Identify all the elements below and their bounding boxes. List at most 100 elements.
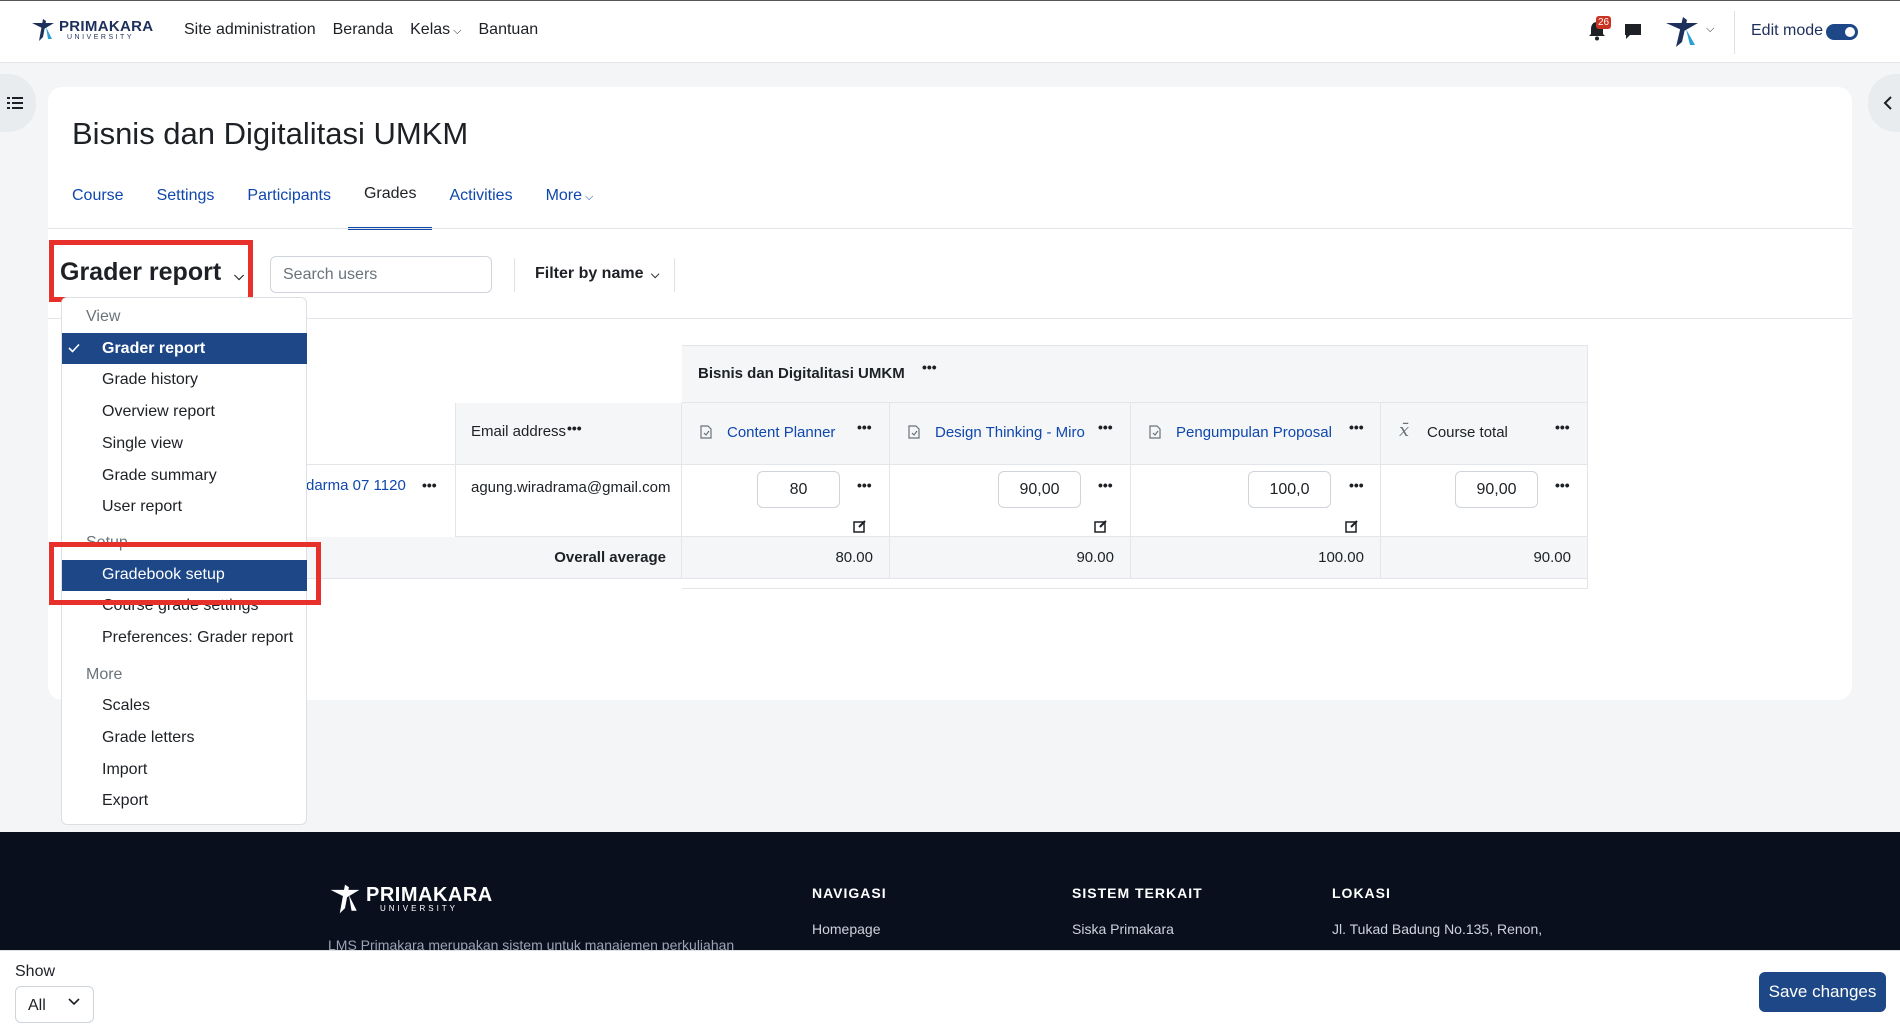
email-actions-icon[interactable]: ••• [567,420,582,436]
overall-average-label-cell: Overall average [306,537,682,579]
user-avatar[interactable] [1664,15,1700,49]
grade-input[interactable]: 90,00 [998,471,1081,508]
category-name: Bisnis dan Digitalitasi UMKM [698,365,905,382]
brand-logo[interactable]: PRIMAKARA UNIVERSITY [30,17,153,43]
filter-label: Filter by name [535,265,644,282]
average-value: 90.00 [1076,549,1114,566]
dropdown-item-user-report[interactable]: User report [102,498,182,516]
tab-participants[interactable]: Participants [247,185,331,229]
dropdown-item-grade-history[interactable]: Grade history [102,371,198,389]
student-actions-icon[interactable]: ••• [422,477,437,493]
footer-link-homepage[interactable]: Homepage [812,921,881,937]
nav-kelas[interactable]: Kelas ⌵ [410,21,461,39]
save-changes-button[interactable]: Save changes [1759,972,1886,1012]
column-actions-icon[interactable]: ••• [1349,419,1364,435]
average-value: 100.00 [1318,549,1364,566]
footer-brand-sub: UNIVERSITY [380,904,459,913]
grade-actions-icon[interactable]: ••• [857,477,872,493]
dropdown-item-single-view[interactable]: Single view [102,435,183,453]
show-select[interactable]: All [15,986,94,1023]
column-header-content-planner: Content Planner ••• [682,403,890,465]
email-header: Email address [471,423,567,440]
navbar-divider [1734,11,1735,54]
dropdown-item-grade-summary[interactable]: Grade summary [102,467,217,485]
dropdown-item-scales[interactable]: Scales [102,697,150,715]
user-menu-chevron-icon[interactable]: ⌵ [1706,23,1714,36]
tab-more-label: More [545,187,583,204]
primakara-logo-icon [32,19,54,41]
dropdown-item-export[interactable]: Export [102,792,148,810]
grade-actions-icon[interactable]: ••• [1098,477,1113,493]
average-cell: 90.00 [890,537,1131,579]
site-footer: PRIMAKARA UNIVERSITY LMS Primakara merup… [0,832,1900,950]
student-name-cell: darma 07 1120 ••• [306,465,456,547]
brand-sub: UNIVERSITY [67,34,135,41]
tab-more[interactable]: More ⌵ [546,185,594,229]
grade-cell: 90,00 ••• [890,465,1131,537]
column-actions-icon[interactable]: ••• [1555,419,1570,435]
nav-site-administration[interactable]: Site administration [184,21,316,39]
category-actions-icon[interactable]: ••• [922,359,937,375]
edit-icon[interactable] [853,519,867,533]
grade-actions-icon[interactable]: ••• [1349,477,1364,493]
grade-input[interactable]: 100,0 [1248,471,1331,508]
column-header-pengumpulan-proposal: Pengumpulan Proposal ••• [1131,403,1381,465]
average-cell: 80.00 [682,537,890,579]
dropdown-item-grade-letters[interactable]: Grade letters [102,729,194,747]
average-cell: 100.00 [1131,537,1381,579]
tab-grades[interactable]: Grades [347,185,433,230]
dropdown-item-overview-report[interactable]: Overview report [102,403,215,421]
nav-beranda[interactable]: Beranda [333,21,394,39]
nav-bantuan[interactable]: Bantuan [479,21,539,39]
grade-actions-icon[interactable]: ••• [1555,477,1570,493]
filter-by-name-button[interactable]: Filter by name ⌵ [535,265,659,283]
toolbar-separator [514,258,515,292]
column-actions-icon[interactable]: ••• [857,419,872,435]
notification-badge: 26 [1596,16,1612,29]
student-name-link[interactable]: darma 07 1120 [306,477,406,494]
dropdown-item-import[interactable]: Import [102,761,147,779]
chevron-down-icon: ⌵ [453,25,462,37]
highlight-box-report-selector [49,240,253,302]
edit-icon[interactable] [1094,519,1108,533]
student-email-cell: agung.wiradrama@gmail.com [456,465,682,537]
search-users-input[interactable] [270,256,492,293]
navbar: PRIMAKARA UNIVERSITY Site administration… [0,0,1900,63]
course-index-toggle[interactable] [0,74,36,132]
edit-mode-label: Edit mode [1751,22,1824,39]
assignment-icon [1149,425,1161,439]
check-icon [68,343,80,353]
average-cell: 90.00 [1381,537,1588,579]
block-drawer-toggle[interactable] [1868,74,1900,132]
course-total-input[interactable]: 90,00 [1455,471,1538,508]
footer-description: LMS Primakara merupakan sistem untuk man… [328,937,735,950]
show-label: Show [15,963,56,980]
column-actions-icon[interactable]: ••• [1098,419,1113,435]
nav-kelas-label: Kelas [410,21,451,38]
chat-icon[interactable] [1624,23,1642,41]
table-bottom-spacer [682,579,1588,589]
assignment-icon [908,425,920,439]
list-icon [7,97,23,109]
edit-icon[interactable] [1345,519,1359,533]
calculator-icon: x̄ [1399,420,1410,441]
secondary-navigation: Course Settings Participants Grades Acti… [72,185,626,230]
footer-heading-sistem-terkait: SISTEM TERKAIT [1072,885,1203,901]
tab-course[interactable]: Course [72,185,124,229]
chevron-down-icon [68,998,80,1006]
page-title: Bisnis dan Digitalitasi UMKM [72,116,469,151]
tab-settings[interactable]: Settings [157,185,215,229]
column-link-pengumpulan-proposal[interactable]: Pengumpulan Proposal [1176,424,1332,441]
dropdown-item-preferences-grader-report[interactable]: Preferences: Grader report [102,629,293,647]
grade-input[interactable]: 80 [757,471,840,508]
brand-name: PRIMAKARA [59,18,154,35]
column-link-design-thinking[interactable]: Design Thinking - Miro [935,424,1085,441]
edit-mode-toggle[interactable] [1826,24,1858,40]
sticky-footer-bar [0,950,1900,1030]
footer-link-siska[interactable]: Siska Primakara [1072,921,1174,937]
dropdown-item-grader-report[interactable]: Grader report [102,340,205,358]
course-total-cell: 90,00 ••• [1381,465,1588,537]
tab-activities[interactable]: Activities [449,185,512,229]
column-link-content-planner[interactable]: Content Planner [727,424,835,441]
footer-location-text: Jl. Tukad Badung No.135, Renon, [1332,921,1543,937]
